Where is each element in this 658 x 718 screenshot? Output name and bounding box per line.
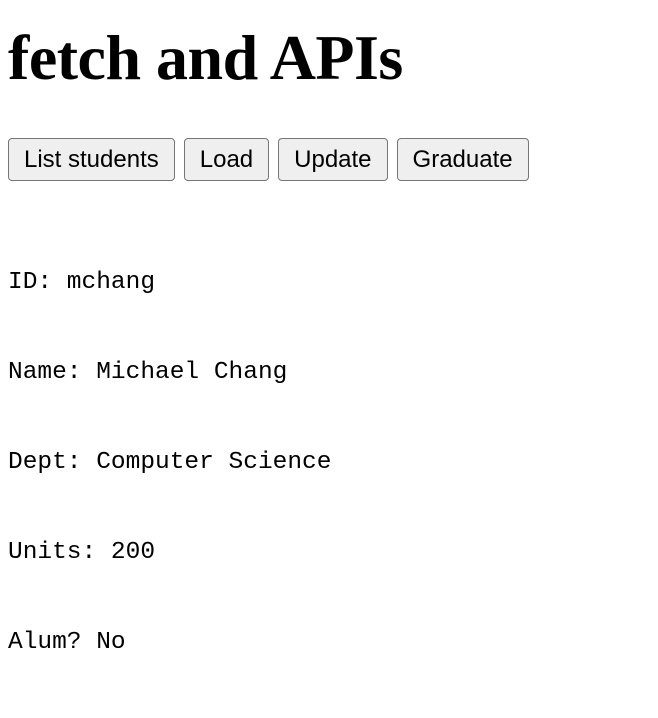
load-button[interactable]: Load <box>183 138 270 181</box>
student-name-line: Name: Michael Chang <box>8 359 288 386</box>
graduate-button[interactable]: Graduate <box>396 138 529 181</box>
page-title: fetch and APIs <box>8 22 403 93</box>
button-toolbar: List students Load Update Graduate <box>8 138 529 181</box>
student-units-line: Units: 200 <box>8 539 156 566</box>
student-dept-line: Dept: Computer Science <box>8 449 332 476</box>
student-alum-line: Alum? No <box>8 629 126 656</box>
student-output: ID: mchang Name: Michael Chang Dept: Com… <box>8 208 331 718</box>
update-button[interactable]: Update <box>278 138 388 181</box>
student-id-line: ID: mchang <box>8 269 156 296</box>
list-students-button[interactable]: List students <box>8 138 175 181</box>
